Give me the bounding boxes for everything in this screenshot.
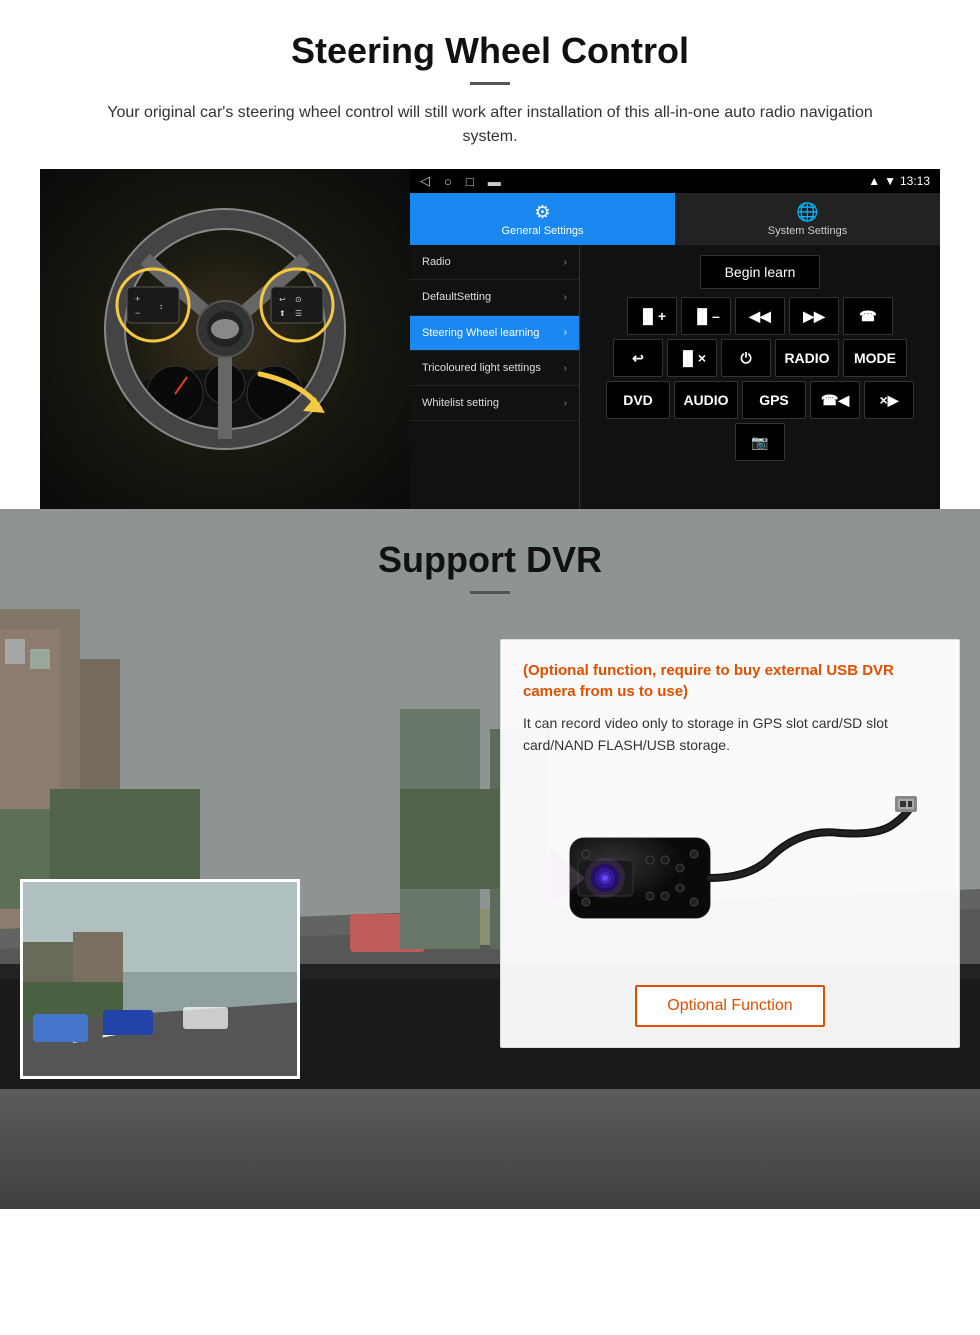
chevron-icon: › xyxy=(564,327,567,338)
control-row-4: 📷 xyxy=(586,423,934,461)
menu-item-default[interactable]: DefaultSetting › xyxy=(410,280,579,315)
steering-demo: + − ↕ ↩ ⊙ ⬆ ☰ xyxy=(40,169,940,509)
svg-text:⊙: ⊙ xyxy=(295,295,302,304)
optional-function-container: Optional Function xyxy=(523,985,937,1027)
tab-general-settings[interactable]: ⚙ General Settings xyxy=(410,193,675,245)
dvr-inset-svg xyxy=(23,882,300,1079)
steering-section: Steering Wheel Control Your original car… xyxy=(0,0,980,509)
call-button[interactable]: ☎ xyxy=(843,297,893,335)
dvr-inset-inner xyxy=(23,882,297,1076)
camera-button[interactable]: 📷 xyxy=(735,423,785,461)
call-next-button[interactable]: ×▶ xyxy=(864,381,914,419)
android-screen: ◁ ○ □ ▬ ▲ ▼ 13:13 ⚙ General Settings xyxy=(410,169,940,509)
nav-icons: ◁ ○ □ ▬ xyxy=(420,173,501,189)
dvr-title-divider xyxy=(470,591,510,594)
gps-button[interactable]: GPS xyxy=(742,381,806,419)
title-divider xyxy=(470,82,510,85)
svg-text:⬆: ⬆ xyxy=(279,309,286,318)
menu-whitelist-label: Whitelist setting xyxy=(422,396,499,410)
control-row-1: ▐▌+ ▐▌– ◀◀ ▶▶ ☎ xyxy=(586,297,934,335)
dvr-description: It can record video only to storage in G… xyxy=(523,712,937,757)
status-time: 13:13 xyxy=(900,174,930,188)
menu-icon: ▬ xyxy=(488,174,501,189)
dvr-camera-svg xyxy=(540,778,920,968)
power-button[interactable]: ⏻ xyxy=(721,339,771,377)
chevron-icon: › xyxy=(564,398,567,409)
menu-radio-label: Radio xyxy=(422,255,451,269)
control-row-2: ↩ ▐▌× ⏻ RADIO MODE xyxy=(586,339,934,377)
signal-icon: ▲ xyxy=(868,174,880,188)
dvr-title: Support DVR xyxy=(0,539,980,581)
svg-text:☰: ☰ xyxy=(295,309,302,318)
steering-subtitle: Your original car's steering wheel contr… xyxy=(90,101,890,149)
menu-item-steering[interactable]: Steering Wheel learning › xyxy=(410,316,579,351)
steering-wheel-image: + − ↕ ↩ ⊙ ⬆ ☰ xyxy=(85,199,365,479)
svg-text:−: − xyxy=(135,308,140,318)
menu-tricoloured-label: Tricoloured light settings xyxy=(422,361,541,375)
chevron-icon: › xyxy=(564,292,567,303)
statusbar: ◁ ○ □ ▬ ▲ ▼ 13:13 xyxy=(410,169,940,193)
chevron-icon: › xyxy=(564,363,567,374)
menu-item-whitelist[interactable]: Whitelist setting › xyxy=(410,386,579,421)
optional-function-button[interactable]: Optional Function xyxy=(635,985,824,1027)
call-prev-button[interactable]: ☎◀ xyxy=(810,381,860,419)
home-icon: ○ xyxy=(444,174,452,189)
svg-text:↕: ↕ xyxy=(159,302,163,311)
prev-track-button[interactable]: ◀◀ xyxy=(735,297,785,335)
audio-button[interactable]: AUDIO xyxy=(674,381,738,419)
android-tabs: ⚙ General Settings 🌐 System Settings xyxy=(410,193,940,245)
dvr-optional-note: (Optional function, require to buy exter… xyxy=(523,660,937,702)
mute-button[interactable]: ▐▌× xyxy=(667,339,717,377)
dvr-inset-photo xyxy=(20,879,300,1079)
begin-learn-row: Begin learn xyxy=(586,251,934,293)
hangup-button[interactable]: ↩ xyxy=(613,339,663,377)
dvr-camera-image xyxy=(523,773,937,973)
wifi-icon: ▼ xyxy=(884,174,896,188)
dvr-info-box: (Optional function, require to buy exter… xyxy=(500,639,960,1048)
control-row-3: DVD AUDIO GPS ☎◀ ×▶ xyxy=(586,381,934,419)
steering-title: Steering Wheel Control xyxy=(40,30,940,72)
menu-steering-label: Steering Wheel learning xyxy=(422,326,539,340)
svg-text:+: + xyxy=(135,294,140,304)
menu-item-radio[interactable]: Radio › xyxy=(410,245,579,280)
statusbar-right: ▲ ▼ 13:13 xyxy=(868,174,930,188)
next-track-button[interactable]: ▶▶ xyxy=(789,297,839,335)
back-icon: ◁ xyxy=(420,173,430,189)
menu-default-label: DefaultSetting xyxy=(422,290,491,304)
tab-general-label: General Settings xyxy=(502,225,584,237)
radio-button[interactable]: RADIO xyxy=(775,339,839,377)
vol-up-button[interactable]: ▐▌+ xyxy=(627,297,677,335)
android-content: Radio › DefaultSetting › Steering Wheel … xyxy=(410,245,940,509)
mode-button[interactable]: MODE xyxy=(843,339,907,377)
settings-menu: Radio › DefaultSetting › Steering Wheel … xyxy=(410,245,580,509)
dvd-button[interactable]: DVD xyxy=(606,381,670,419)
gear-icon: ⚙ xyxy=(534,202,550,223)
svg-text:↩: ↩ xyxy=(279,295,286,304)
steering-photo: + − ↕ ↩ ⊙ ⬆ ☰ xyxy=(40,169,410,509)
dvr-title-block: Support DVR xyxy=(0,509,980,594)
tab-system-settings[interactable]: 🌐 System Settings xyxy=(675,193,940,245)
system-icon: 🌐 xyxy=(796,202,818,223)
chevron-icon: › xyxy=(564,257,567,268)
steering-buttons-panel: Begin learn ▐▌+ ▐▌– ◀◀ ▶▶ ☎ ↩ ▐▌× ⏻ xyxy=(580,245,940,509)
vol-down-button[interactable]: ▐▌– xyxy=(681,297,731,335)
recents-icon: □ xyxy=(466,174,474,189)
tab-system-label: System Settings xyxy=(768,225,847,237)
menu-item-tricoloured[interactable]: Tricoloured light settings › xyxy=(410,351,579,386)
dvr-section: Support DVR xyxy=(0,509,980,1209)
begin-learn-button[interactable]: Begin learn xyxy=(700,255,821,289)
